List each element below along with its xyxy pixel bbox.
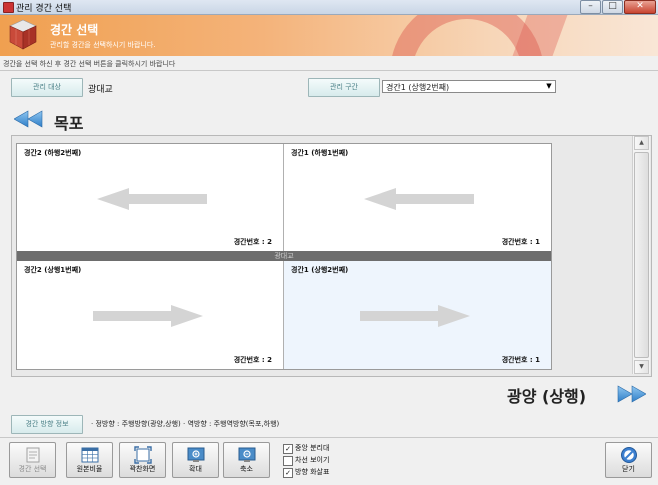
- header-banner: 경간 선택 관리할 경간을 선택하시기 바랍니다.: [0, 15, 658, 56]
- show-lanes-label: 차선 보이기: [295, 456, 330, 464]
- direction-arrows-checkbox[interactable]: ✓: [283, 468, 293, 478]
- span-cell[interactable]: 경간2 (상행1번째) 경간번호 : 2: [17, 261, 283, 369]
- display-options: ✓ 중앙 분리대 차선 보이기 ✓ 방향 화살표: [283, 443, 329, 479]
- window-title: 관리 경간 선택: [16, 4, 72, 14]
- zoom-out-icon: [238, 447, 256, 462]
- close-window-button[interactable]: ✕: [624, 0, 656, 14]
- original-ratio-label: 원본비율: [76, 465, 103, 473]
- median-strip: 광대교: [17, 251, 551, 261]
- app-icon: [3, 2, 14, 13]
- zoom-in-button[interactable]: 확대: [172, 442, 219, 478]
- scroll-thumb[interactable]: [634, 152, 649, 358]
- span-cell[interactable]: 경간1 (하행1번째) 경간번호 : 1: [284, 144, 551, 251]
- close-label: 닫기: [622, 465, 635, 473]
- span-number: 경간번호 : 1: [501, 238, 540, 246]
- fit-screen-button[interactable]: 꽉찬화면: [119, 442, 166, 478]
- section-label: 관리 구간: [308, 78, 380, 97]
- span-title: 경간1 (상행2번째): [291, 266, 349, 274]
- prohibited-icon: [621, 447, 637, 463]
- double-right-arrow-icon: [617, 385, 646, 403]
- right-arrow-icon: [93, 305, 203, 327]
- span-cell[interactable]: 경간2 (하행2번째) 경간번호 : 2: [17, 144, 283, 251]
- divider: [0, 437, 658, 438]
- span-number: 경간번호 : 2: [233, 356, 272, 364]
- median-divider-label: 중앙 분리대: [295, 444, 330, 452]
- select-span-button[interactable]: 경간 선택: [9, 442, 56, 478]
- title-bar: 관리 경간 선택 – □ ✕: [0, 0, 658, 15]
- table-icon: [81, 447, 99, 463]
- original-ratio-button[interactable]: 원본비율: [66, 442, 113, 478]
- close-button[interactable]: 닫기: [605, 442, 652, 478]
- span-title: 경간2 (하행2번째): [24, 149, 82, 157]
- expand-icon: [134, 446, 152, 464]
- select-span-label: 경간 선택: [18, 465, 47, 473]
- dropdown-arrow-icon[interactable]: ▼: [544, 81, 554, 92]
- minimize-button[interactable]: –: [580, 0, 601, 14]
- scroll-up-button[interactable]: ▲: [634, 136, 649, 150]
- divider: [0, 70, 658, 71]
- vertical-scrollbar[interactable]: ▲ ▼: [632, 136, 650, 374]
- instruction-text: 경간을 선택 하신 후 경간 선택 버튼을 클릭하시기 바랍니다: [3, 60, 176, 68]
- scroll-down-button[interactable]: ▼: [634, 360, 649, 374]
- maximize-button[interactable]: □: [602, 0, 623, 14]
- show-lanes-checkbox[interactable]: [283, 456, 293, 466]
- document-icon: [26, 447, 40, 463]
- section-select-value: 경간1 (상행2번째): [386, 83, 450, 92]
- section-select[interactable]: 경간1 (상행2번째) ▼: [382, 80, 556, 93]
- left-arrow-icon: [364, 188, 474, 210]
- span-cell-selected[interactable]: 경간1 (상행2번째) 경간번호 : 1: [284, 261, 551, 369]
- double-left-arrow-icon: [14, 110, 43, 128]
- destination-right: 광양 (상행): [507, 387, 587, 406]
- direction-info-text: · 정방향 : 주행방향(광양,상행) · 역방향 : 주행역방향(목포,하행): [91, 420, 280, 428]
- direction-arrows-label: 방향 화살표: [295, 468, 330, 476]
- target-value: 광대교: [88, 85, 113, 95]
- median-divider-checkbox[interactable]: ✓: [283, 444, 293, 454]
- span-title: 경간1 (하행1번째): [291, 149, 349, 157]
- option-show-lanes[interactable]: 차선 보이기: [283, 455, 329, 466]
- right-arrow-icon: [360, 305, 470, 327]
- option-median-divider[interactable]: ✓ 중앙 분리대: [283, 443, 329, 454]
- banner-subtitle: 관리할 경간을 선택하시기 바랍니다.: [50, 41, 156, 49]
- span-number: 경간번호 : 1: [501, 356, 540, 364]
- banner-title: 경간 선택: [50, 23, 99, 37]
- span-title: 경간2 (상행1번째): [24, 266, 82, 274]
- span-number: 경간번호 : 2: [233, 238, 272, 246]
- median-label: 광대교: [274, 252, 294, 260]
- span-grid: 경간2 (하행2번째) 경간번호 : 2 경간1 (하행1번째) 경간번호 : …: [16, 143, 552, 370]
- cube-icon: [9, 19, 37, 50]
- fit-screen-label: 꽉찬화면: [129, 465, 156, 473]
- zoom-in-label: 확대: [189, 465, 202, 473]
- destination-left: 목포: [54, 114, 84, 133]
- zoom-out-label: 축소: [240, 465, 253, 473]
- zoom-out-button[interactable]: 축소: [223, 442, 270, 478]
- zoom-in-icon: [187, 447, 205, 462]
- target-label: 관리 대상: [11, 78, 83, 97]
- left-arrow-icon: [97, 188, 207, 210]
- option-direction-arrows[interactable]: ✓ 방향 화살표: [283, 467, 329, 478]
- direction-info-label: 경간 방향 정보: [11, 415, 83, 434]
